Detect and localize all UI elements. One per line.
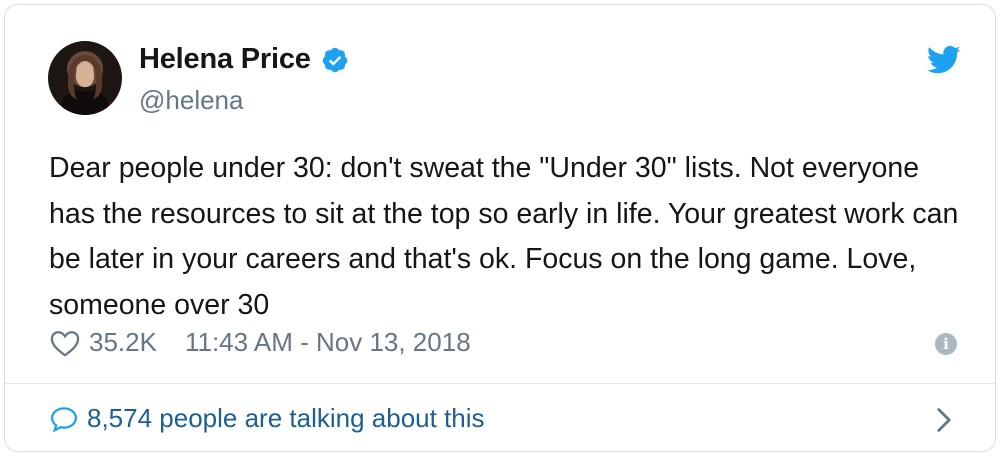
tweet-meta-row: 35.2K 11:43 AM - Nov 13, 2018 (49, 327, 471, 358)
avatar-face (76, 63, 94, 87)
heart-icon[interactable] (49, 328, 81, 358)
tweet-timestamp[interactable]: 11:43 AM - Nov 13, 2018 (185, 327, 471, 358)
conversation-label: 8,574 people are talking about this (87, 403, 485, 433)
like-count[interactable]: 35.2K (89, 327, 157, 358)
verified-badge-icon (322, 47, 347, 72)
avatar[interactable] (48, 41, 122, 115)
speech-bubble-icon (50, 406, 78, 432)
author-handle[interactable]: @helena (139, 85, 243, 116)
author-name[interactable]: Helena Price (139, 43, 311, 76)
twitter-bird-icon[interactable] (927, 45, 961, 75)
footer-divider (5, 383, 995, 384)
info-icon[interactable]: i (935, 333, 957, 355)
conversation-link[interactable]: 8,574 people are talking about this (49, 403, 485, 434)
tweet-card: Helena Price @helena Dear people under 3… (4, 4, 996, 452)
author-name-row: Helena Price (139, 43, 349, 76)
chevron-right-icon[interactable] (935, 407, 953, 433)
tweet-text: Dear people under 30: don't sweat the "U… (49, 152, 959, 321)
